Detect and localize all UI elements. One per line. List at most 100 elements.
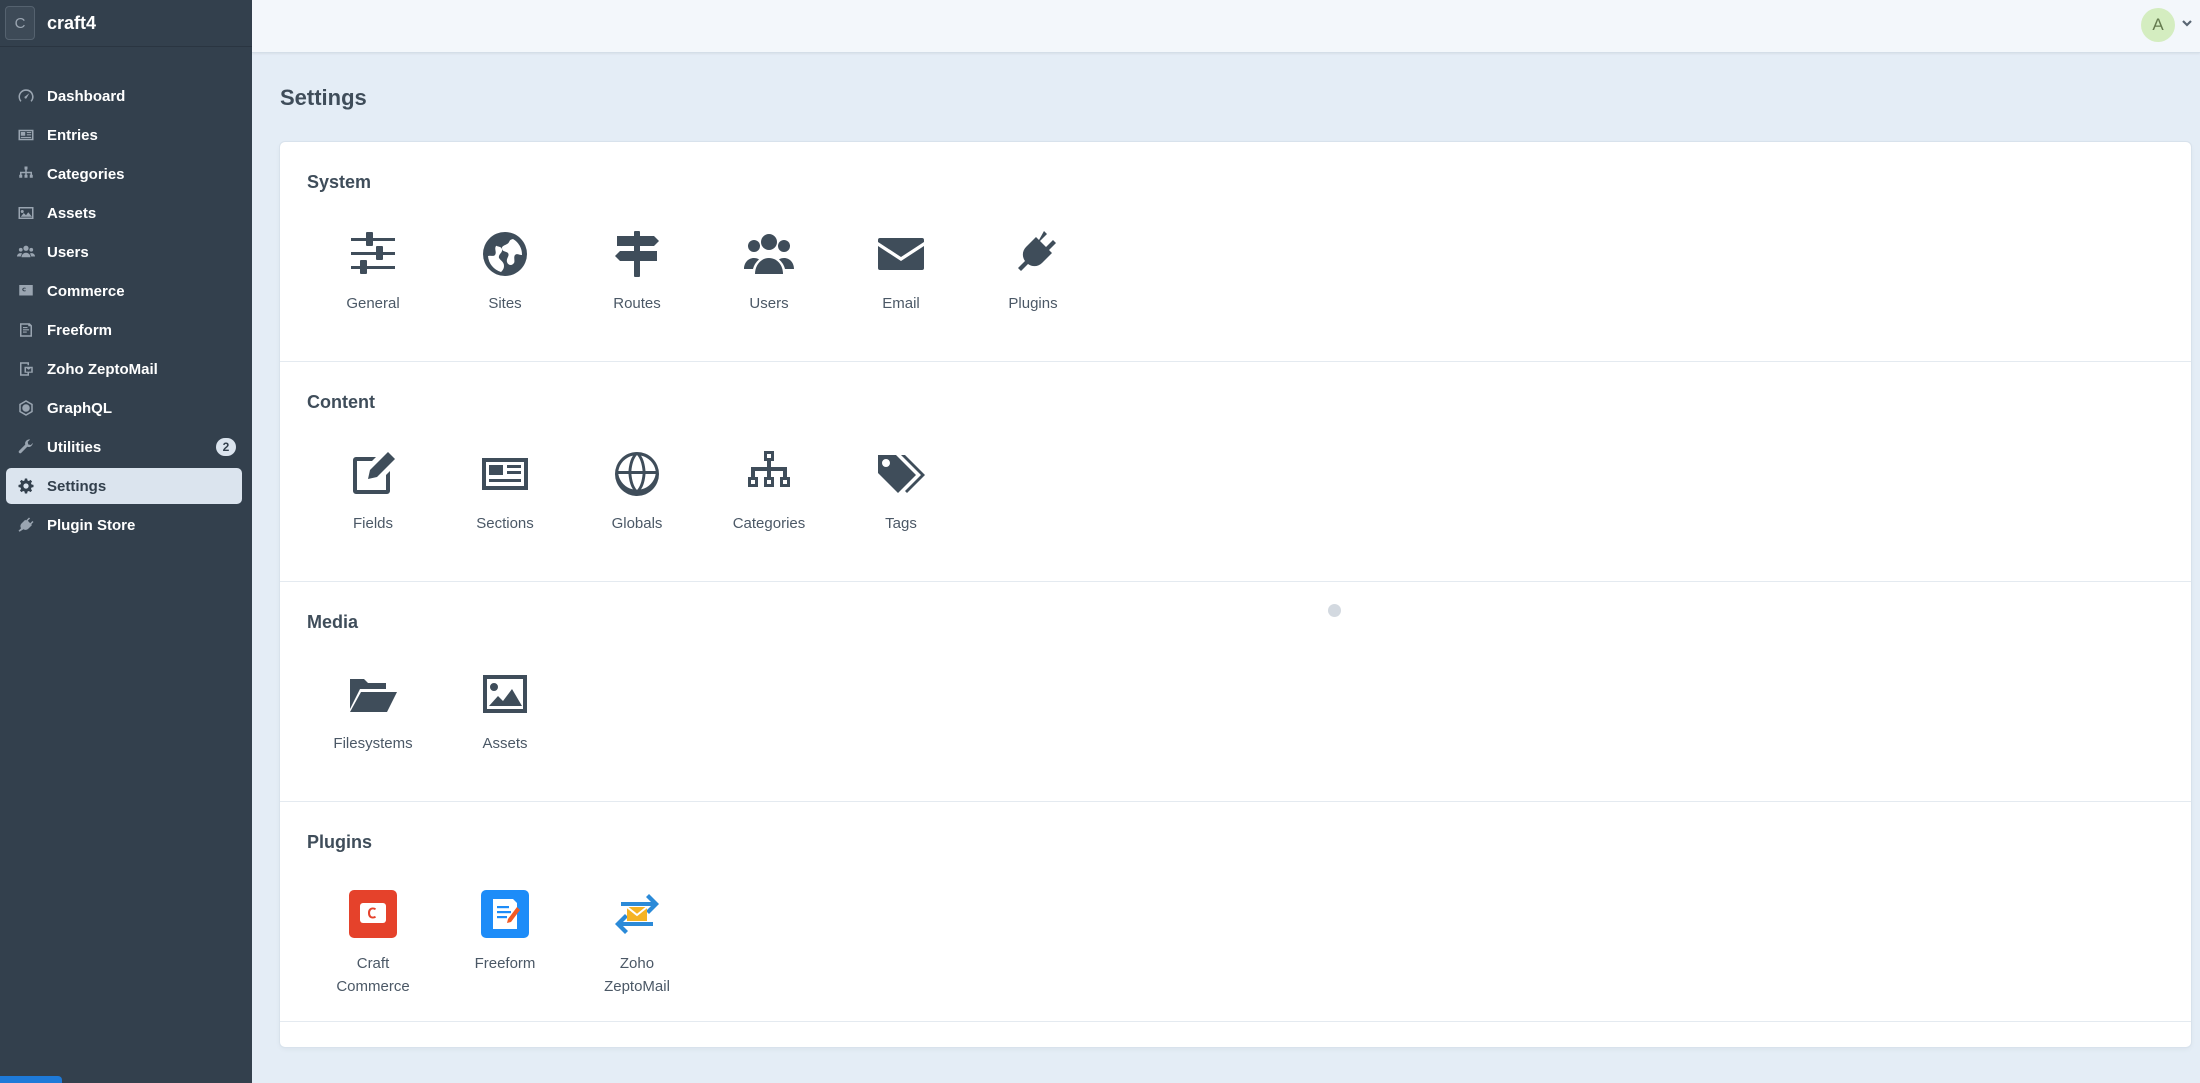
sidebar-item-label: Utilities xyxy=(47,438,102,456)
tile-label: Tags xyxy=(885,515,917,532)
settings-tile-categories[interactable]: Categories xyxy=(703,448,835,535)
settings-grid: General Sites Routes Users Email Plugins xyxy=(307,228,1099,315)
settings-tile-plugins[interactable]: Plugins xyxy=(967,228,1099,315)
tile-label: Assets xyxy=(482,735,528,752)
sliders-icon xyxy=(347,228,399,280)
site-brand[interactable]: C craft4 xyxy=(0,0,252,47)
section-system: System General Sites Routes Users Email xyxy=(280,142,2191,362)
sidebar-item-label: Zoho ZeptoMail xyxy=(47,360,158,378)
tile-label: Globals xyxy=(611,515,663,532)
section-title: Plugins xyxy=(307,832,373,852)
sidebar-item-utilities[interactable]: Utilities 2 xyxy=(6,429,242,465)
tile-label: Fields xyxy=(352,515,393,532)
user-avatar[interactable]: A xyxy=(2141,8,2175,42)
commerce-icon xyxy=(16,281,36,301)
notification-badge: 2 xyxy=(216,438,236,456)
signpost-icon xyxy=(611,228,663,280)
settings-grid: Craft Commerce Freeform Zoho ZeptoMail xyxy=(307,888,703,998)
newspaper-icon xyxy=(16,125,36,145)
section-plugins: Plugins Craft Commerce Freeform Zoho Zep… xyxy=(280,802,2191,1022)
freeform-icon xyxy=(16,320,36,340)
gear-icon xyxy=(16,476,36,496)
sidebar: C craft4 Dashboard Entries Categories As… xyxy=(0,0,252,1083)
settings-tile-assets[interactable]: Assets xyxy=(439,668,571,755)
zeptomail-icon xyxy=(16,359,36,379)
tile-label: Email xyxy=(882,295,920,312)
settings-grid: Filesystems Assets xyxy=(307,668,571,755)
settings-tile-freeform[interactable]: Freeform xyxy=(439,888,571,998)
settings-tile-globals[interactable]: Globals xyxy=(571,448,703,535)
section-content: Content Fields Sections Globals Categori… xyxy=(280,362,2191,582)
wrench-icon xyxy=(16,437,36,457)
page-title: Settings xyxy=(280,85,367,110)
image-icon xyxy=(16,203,36,223)
tile-label: Filesystems xyxy=(333,735,413,752)
section-title: System xyxy=(307,172,372,192)
tile-label: Zoho ZeptoMail xyxy=(604,955,670,995)
tile-label: Freeform xyxy=(474,955,536,972)
settings-tile-fields[interactable]: Fields xyxy=(307,448,439,535)
sidebar-item-freeform[interactable]: Freeform xyxy=(6,312,242,348)
tile-label: Craft Commerce xyxy=(336,955,410,995)
sidebar-item-settings[interactable]: Settings xyxy=(6,468,242,504)
users-icon xyxy=(16,242,36,262)
settings-tile-email[interactable]: Email xyxy=(835,228,967,315)
sidebar-item-label: Settings xyxy=(47,477,107,495)
sidebar-item-plugin-store[interactable]: Plugin Store xyxy=(6,507,242,543)
section-title: Media xyxy=(307,612,359,632)
sidebar-item-entries[interactable]: Entries xyxy=(6,117,242,153)
commerce-logo-icon xyxy=(347,888,399,940)
edit-icon xyxy=(347,448,399,500)
tile-label: Sites xyxy=(488,295,522,312)
freeform-logo-icon xyxy=(479,888,531,940)
folder-open-icon xyxy=(347,668,399,720)
sidebar-item-users[interactable]: Users xyxy=(6,234,242,270)
settings-tile-general[interactable]: General xyxy=(307,228,439,315)
graphql-icon xyxy=(16,398,36,418)
tile-label: General xyxy=(346,295,400,312)
sidebar-item-label: Commerce xyxy=(47,282,125,300)
users-icon xyxy=(743,228,795,280)
sidebar-item-commerce[interactable]: Commerce xyxy=(6,273,242,309)
section-media: Media Filesystems Assets xyxy=(280,582,2191,802)
sidebar-item-assets[interactable]: Assets xyxy=(6,195,242,231)
settings-tile-craft-commerce[interactable]: Craft Commerce xyxy=(307,888,439,998)
sidebar-item-dashboard[interactable]: Dashboard xyxy=(6,78,242,114)
loading-indicator xyxy=(1328,604,1341,617)
tile-label: Categories xyxy=(732,515,806,532)
settings-tile-sites[interactable]: Sites xyxy=(439,228,571,315)
settings-tile-zoho-zeptomail[interactable]: Zoho ZeptoMail xyxy=(571,888,703,998)
settings-tile-routes[interactable]: Routes xyxy=(571,228,703,315)
zeptomail-logo-icon xyxy=(611,888,663,940)
sidebar-item-label: Plugin Store xyxy=(47,516,136,534)
sidebar-item-label: Freeform xyxy=(47,321,113,339)
settings-tile-tags[interactable]: Tags xyxy=(835,448,967,535)
sidebar-item-graphql[interactable]: GraphQL xyxy=(6,390,242,426)
plug-icon xyxy=(16,515,36,535)
settings-tile-users[interactable]: Users xyxy=(703,228,835,315)
tile-label: Plugins xyxy=(1008,295,1058,312)
globe-grid-icon xyxy=(611,448,663,500)
chevron-down-icon[interactable] xyxy=(2180,16,2194,30)
plug-icon xyxy=(1007,228,1059,280)
environment-tag xyxy=(0,1076,62,1083)
sidebar-item-label: GraphQL xyxy=(47,399,113,417)
site-logo: C xyxy=(5,6,35,40)
tags-icon xyxy=(875,448,927,500)
image-icon xyxy=(479,668,531,720)
sidebar-item-label: Dashboard xyxy=(47,87,126,105)
site-name[interactable]: craft4 xyxy=(47,13,96,34)
sidebar-item-label: Assets xyxy=(47,204,97,222)
sitemap-icon xyxy=(743,448,795,500)
settings-tile-filesystems[interactable]: Filesystems xyxy=(307,668,439,755)
sidebar-item-zoho-zeptomail[interactable]: Zoho ZeptoMail xyxy=(6,351,242,387)
section-title: Content xyxy=(307,392,375,412)
sitemap-icon xyxy=(16,164,36,184)
sidebar-item-label: Users xyxy=(47,243,89,261)
envelope-icon xyxy=(875,228,927,280)
settings-card: System General Sites Routes Users Email xyxy=(280,142,2191,1047)
sidebar-item-categories[interactable]: Categories xyxy=(6,156,242,192)
top-bar: A xyxy=(252,0,2200,53)
tile-label: Routes xyxy=(613,295,661,312)
settings-tile-sections[interactable]: Sections xyxy=(439,448,571,535)
